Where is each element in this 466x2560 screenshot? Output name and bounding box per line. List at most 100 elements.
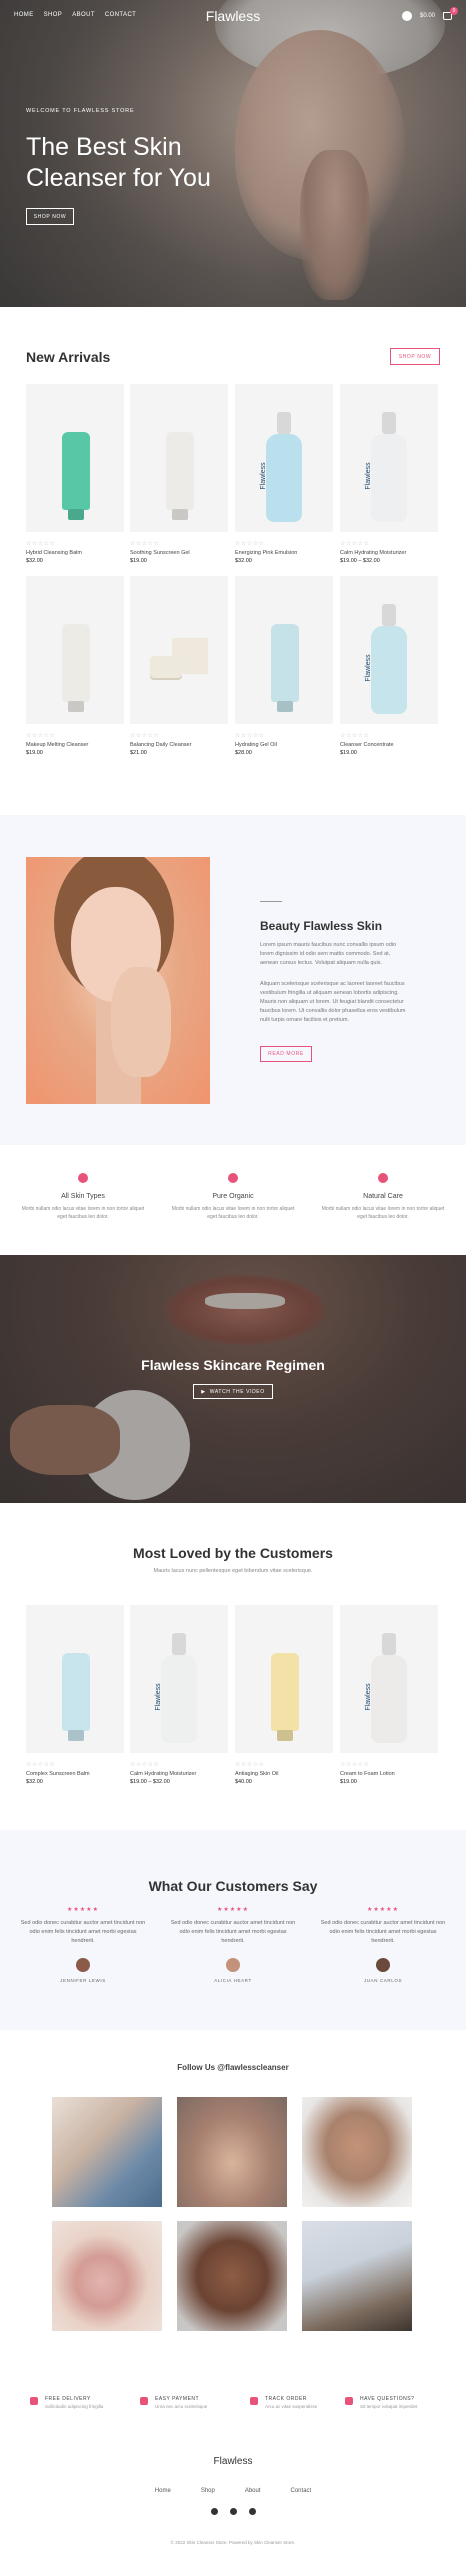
product-card[interactable]: ☆☆☆☆☆ Soothing Sunscreen Gel $19.00 <box>130 384 228 564</box>
service-title: EASY PAYMENT <box>155 2396 200 2402</box>
regimen-title: Flawless Skincare Regimen <box>141 1357 325 1373</box>
service-icon <box>30 2397 38 2405</box>
product-image[interactable] <box>26 1605 124 1753</box>
product-image[interactable] <box>26 576 124 724</box>
watch-video-button[interactable]: ▶ WATCH THE VIDEO <box>193 1384 273 1399</box>
rating-stars: ☆☆☆☆☆ <box>340 733 370 739</box>
product-name[interactable]: Energizing Pink Emulsion <box>235 550 333 556</box>
footer-link-home[interactable]: Home <box>155 2488 171 2494</box>
cart-count-badge: 0 <box>450 7 458 15</box>
facebook-icon[interactable] <box>210 2508 218 2515</box>
testimonial-card: ★★★★★ Sed odio donec curabitur auctor ame… <box>168 1906 298 1983</box>
product-name[interactable]: Balancing Daily Cleanser <box>130 742 228 748</box>
twitter-icon[interactable] <box>248 2508 256 2515</box>
divider <box>260 901 282 902</box>
product-name[interactable]: Antiaging Skin Oil <box>235 1771 333 1777</box>
testimonial-author: ALICIA HEART <box>214 1978 252 1983</box>
product-name[interactable]: Calm Hydrating Moisturizer <box>130 1771 228 1777</box>
cart-icon[interactable]: 0 <box>443 7 458 20</box>
service-text: Sollicitudin adipiscing fringilla <box>45 2404 104 2409</box>
service-item: FREE DELIVERY Sollicitudin adipiscing fri… <box>30 2396 103 2409</box>
product-image[interactable] <box>235 1605 333 1753</box>
footer-logo[interactable]: Flawless <box>0 2456 466 2467</box>
pump-bottle: Flawless <box>365 1633 407 1743</box>
instagram-photo-5[interactable] <box>177 2221 287 2331</box>
product-image[interactable]: Flawless <box>340 1605 438 1753</box>
product-price: $32.00 <box>26 1779 43 1785</box>
product-card[interactable]: Flawless ☆☆☆☆☆ Cream to Foam Lotion $19.00 <box>340 1605 438 1785</box>
tube-bottle <box>271 1653 299 1731</box>
instagram-photo-4[interactable] <box>52 2221 162 2331</box>
product-name[interactable]: Complex Sunscreen Balm <box>26 1771 124 1777</box>
bottle-brand-label: Flawless <box>155 1683 162 1711</box>
hero-kicker: WELCOME TO FLAWLESS STORE <box>26 108 135 114</box>
bottle-brand-label: Flawless <box>365 462 372 490</box>
product-card[interactable]: Flawless ☆☆☆☆☆ Cleanser Concentrate $19.00 <box>340 576 438 756</box>
most-loved-subtitle: Mauris lacus nunc pellentesque eget bibe… <box>153 1568 313 1574</box>
footer-link-about[interactable]: About <box>245 2488 261 2494</box>
product-image[interactable]: Flawless <box>340 576 438 724</box>
product-image[interactable] <box>130 576 228 724</box>
product-name[interactable]: Cream to Foam Lotion <box>340 1771 438 1777</box>
product-name[interactable]: Makeup Melting Cleanser <box>26 742 124 748</box>
testimonial-text: Sed odio donec curabitur auctor amet tin… <box>20 1920 146 1944</box>
product-image[interactable]: Flawless <box>340 384 438 532</box>
product-card[interactable]: Flawless ☆☆☆☆☆ Calm Hydrating Moisturizer $… <box>340 384 438 564</box>
feature-item: Pure Organic Morbi nullam odio lacus vita… <box>168 1173 298 1221</box>
testimonials-title: What Our Customers Say <box>148 1878 318 1894</box>
site-logo[interactable]: Flawless <box>0 8 466 24</box>
instagram-photo-1[interactable] <box>52 2097 162 2207</box>
testimonial-card: ★★★★★ Sed odio donec curabitur auctor ame… <box>318 1906 448 1983</box>
service-item: TRACK ORDER Arcu ac vitae suspendisse <box>250 2396 317 2409</box>
service-item: HAVE QUESTIONS? Sit tempor volutpat imper… <box>345 2396 417 2409</box>
product-card[interactable]: ☆☆☆☆☆ Balancing Daily Cleanser $21.00 <box>130 576 228 756</box>
instagram-icon[interactable] <box>229 2508 237 2515</box>
product-name[interactable]: Hydrating Gel Oil <box>235 742 333 748</box>
product-jar <box>150 656 182 678</box>
product-name[interactable]: Calm Hydrating Moisturizer <box>340 550 438 556</box>
beauty-paragraph-2: Aliquam scelerisque scelerisque ac laore… <box>260 981 406 1023</box>
cart-total[interactable]: $0.00 <box>420 13 435 19</box>
product-card[interactable]: ☆☆☆☆☆ Hydrating Gel Oil $28.00 <box>235 576 333 756</box>
feature-item: Natural Care Morbi nullam odio lacus vita… <box>318 1173 448 1221</box>
product-image[interactable]: Flawless <box>130 1605 228 1753</box>
avatar <box>376 1958 390 1972</box>
new-arrivals-title: New Arrivals <box>26 349 111 365</box>
rating-stars: ☆☆☆☆☆ <box>340 541 370 547</box>
product-card[interactable]: ☆☆☆☆☆ Makeup Melting Cleanser $19.00 <box>26 576 124 756</box>
testimonial-author: JUAN CARLOS <box>363 1978 403 1983</box>
product-price: $40.00 <box>235 1779 252 1785</box>
footer-link-shop[interactable]: Shop <box>201 2488 215 2494</box>
product-name[interactable]: Hybrid Cleansing Balm <box>26 550 124 556</box>
product-name[interactable]: Soothing Sunscreen Gel <box>130 550 228 556</box>
hero-shop-now-button[interactable]: SHOP NOW <box>26 208 74 225</box>
rating-stars: ☆☆☆☆☆ <box>26 1762 56 1768</box>
feature-text: Morbi nullam odio lacus vitae lorem in n… <box>171 1206 295 1220</box>
product-card[interactable]: ☆☆☆☆☆ Hybrid Cleansing Balm $32.00 <box>26 384 124 564</box>
service-title: HAVE QUESTIONS? <box>360 2396 415 2402</box>
product-image[interactable]: Flawless <box>235 384 333 532</box>
instagram-photo-6[interactable] <box>302 2221 412 2331</box>
footer-link-contact[interactable]: Contact <box>291 2488 312 2494</box>
read-more-button[interactable]: READ MORE <box>260 1046 312 1062</box>
rating-stars: ☆☆☆☆☆ <box>130 541 160 547</box>
product-image[interactable] <box>26 384 124 532</box>
rating-stars: ★★★★★ <box>217 1907 249 1913</box>
product-name[interactable]: Cleanser Concentrate <box>340 742 438 748</box>
product-card[interactable]: Flawless ☆☆☆☆☆ Energizing Pink Emulsion $32… <box>235 384 333 564</box>
pump-bottle: Flawless <box>365 412 407 522</box>
service-text: Arcu ac vitae suspendisse <box>265 2404 318 2409</box>
product-card[interactable]: ☆☆☆☆☆ Antiaging Skin Oil $40.00 <box>235 1605 333 1785</box>
pump-bottle: Flawless <box>155 1633 197 1743</box>
instagram-photo-3[interactable] <box>302 2097 412 2207</box>
product-image[interactable] <box>235 576 333 724</box>
service-title: FREE DELIVERY <box>45 2396 91 2402</box>
tube-bottle <box>271 624 299 702</box>
product-image[interactable] <box>130 384 228 532</box>
avatar <box>76 1958 90 1972</box>
instagram-photo-2[interactable] <box>177 2097 287 2207</box>
product-card[interactable]: ☆☆☆☆☆ Complex Sunscreen Balm $32.00 <box>26 1605 124 1785</box>
user-icon[interactable] <box>401 11 412 21</box>
product-card[interactable]: Flawless ☆☆☆☆☆ Calm Hydrating Moisturizer $… <box>130 1605 228 1785</box>
new-arrivals-shop-button[interactable]: SHOP NOW <box>390 348 440 365</box>
